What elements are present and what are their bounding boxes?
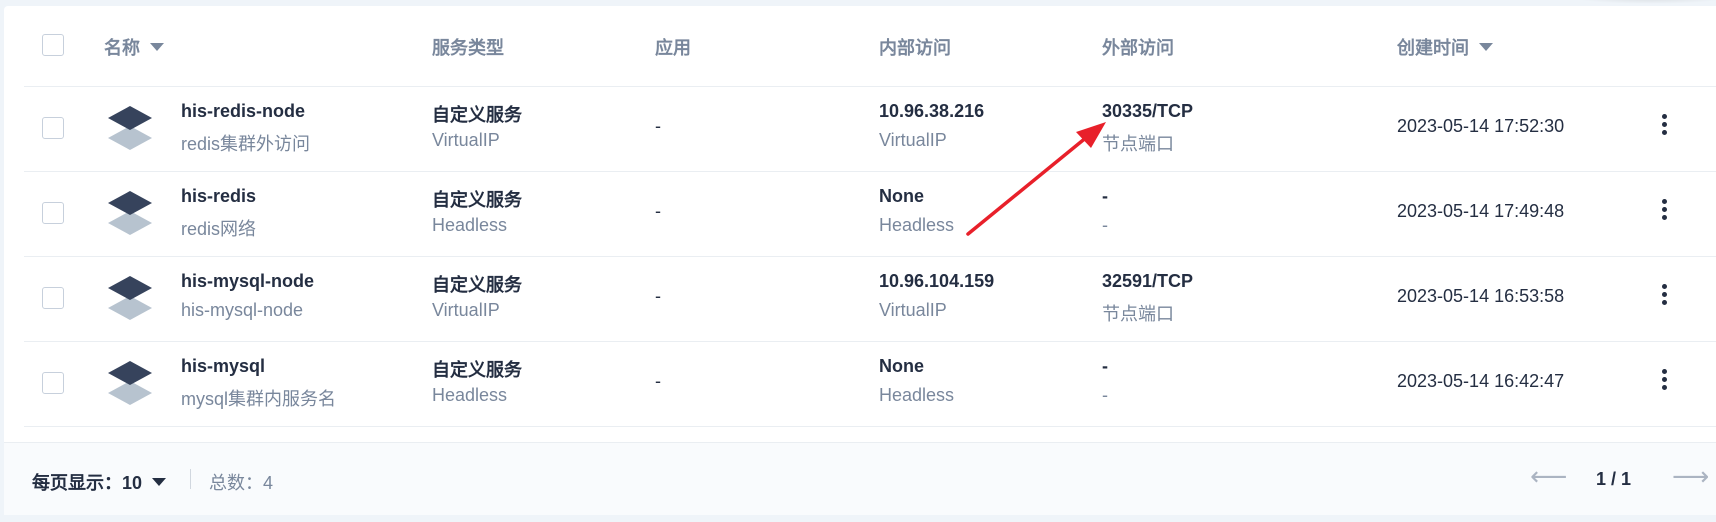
service-type-sub: Headless bbox=[432, 385, 508, 405]
service-name[interactable]: his-mysql-node bbox=[181, 271, 314, 292]
header-external-access: 外部访问 bbox=[1102, 38, 1174, 58]
page-indicator: 1 / 1 bbox=[1596, 469, 1632, 489]
more-actions-icon[interactable] bbox=[1658, 369, 1670, 395]
created-time: 2023-05-14 16:42:47 bbox=[1397, 371, 1565, 391]
external-access: 32591/TCP bbox=[1102, 271, 1194, 291]
internal-access-sub: VirtualIP bbox=[879, 300, 947, 320]
internal-access-sub: Headless bbox=[879, 385, 955, 405]
divider bbox=[190, 469, 191, 489]
more-actions-icon[interactable] bbox=[1658, 199, 1670, 225]
total-value: 4 bbox=[263, 473, 274, 493]
total-count: 总数：4 bbox=[209, 469, 273, 495]
service-desc: mysql集群内服务名 bbox=[181, 389, 337, 409]
service-desc: redis集群外访问 bbox=[181, 134, 311, 154]
sort-caret-icon bbox=[150, 43, 164, 52]
external-access-sub: - bbox=[1102, 215, 1108, 235]
header-app: 应用 bbox=[655, 38, 691, 58]
row-checkbox[interactable] bbox=[42, 372, 64, 394]
header-internal-access: 内部访问 bbox=[879, 38, 951, 58]
internal-access: 10.96.38.216 bbox=[879, 101, 985, 121]
service-type: 自定义服务 bbox=[432, 105, 522, 125]
header-name-label: 名称 bbox=[104, 38, 140, 58]
internal-access: None bbox=[879, 356, 924, 376]
popover-shadow bbox=[1570, 0, 1716, 4]
table-row[interactable]: his-mysql mysql集群内服务名 自定义服务 Headless - N… bbox=[24, 341, 1716, 427]
total-label: 总数： bbox=[209, 473, 263, 493]
external-access-sub: 节点端口 bbox=[1102, 304, 1174, 324]
service-icon bbox=[108, 276, 152, 320]
more-actions-icon[interactable] bbox=[1658, 284, 1670, 310]
service-desc: his-mysql-node bbox=[181, 300, 304, 320]
created-time: 2023-05-14 17:52:30 bbox=[1397, 116, 1565, 136]
arrow-right-icon[interactable]: ⟶ bbox=[1672, 461, 1709, 492]
app-value: - bbox=[655, 286, 661, 306]
header-created-time-label: 创建时间 bbox=[1397, 38, 1469, 58]
services-table-panel: 名称 服务类型 应用 内部访问 外部访问 创建时间 his-redis-node… bbox=[4, 6, 1716, 515]
external-access: - bbox=[1102, 356, 1108, 376]
per-page-label: 每页显示： bbox=[32, 473, 122, 493]
service-type: 自定义服务 bbox=[432, 360, 522, 380]
external-access: - bbox=[1102, 186, 1108, 206]
service-icon bbox=[108, 361, 152, 405]
table-header: 名称 服务类型 应用 内部访问 外部访问 创建时间 bbox=[24, 6, 1716, 87]
table-row[interactable]: his-redis redis网络 自定义服务 Headless - None … bbox=[24, 171, 1716, 257]
service-desc: redis网络 bbox=[181, 219, 257, 239]
app-value: - bbox=[655, 201, 661, 221]
service-name[interactable]: his-redis-node bbox=[181, 101, 305, 122]
service-icon bbox=[108, 106, 152, 150]
service-type-sub: VirtualIP bbox=[432, 300, 500, 320]
row-checkbox[interactable] bbox=[42, 202, 64, 224]
created-time: 2023-05-14 16:53:58 bbox=[1397, 286, 1565, 306]
external-access-sub: 节点端口 bbox=[1102, 134, 1174, 154]
service-name[interactable]: his-redis bbox=[181, 186, 256, 207]
row-checkbox[interactable] bbox=[42, 287, 64, 309]
service-type-sub: VirtualIP bbox=[432, 130, 500, 150]
select-all-checkbox[interactable] bbox=[42, 34, 64, 56]
internal-access: 10.96.104.159 bbox=[879, 271, 995, 291]
service-type: 自定义服务 bbox=[432, 190, 522, 210]
chevron-down-icon bbox=[152, 478, 167, 487]
app-value: - bbox=[655, 371, 661, 391]
internal-access: None bbox=[879, 186, 924, 206]
created-time: 2023-05-14 17:49:48 bbox=[1397, 201, 1565, 221]
arrow-left-icon[interactable]: ⟵ bbox=[1530, 461, 1567, 492]
table-row[interactable]: his-redis-node redis集群外访问 自定义服务 VirtualI… bbox=[24, 86, 1716, 172]
per-page-value: 10 bbox=[122, 473, 143, 493]
pagination-bar: 每页显示：10 总数：4 ⟵ 1 / 1 ⟶ bbox=[4, 442, 1716, 515]
service-name[interactable]: his-mysql bbox=[181, 356, 265, 377]
internal-access-sub: Headless bbox=[879, 215, 955, 235]
service-type-sub: Headless bbox=[432, 215, 508, 235]
header-created-time[interactable]: 创建时间 bbox=[1397, 34, 1493, 60]
header-service-type: 服务类型 bbox=[432, 38, 504, 58]
service-type: 自定义服务 bbox=[432, 275, 522, 295]
row-checkbox[interactable] bbox=[42, 117, 64, 139]
table-row[interactable]: his-mysql-node his-mysql-node 自定义服务 Virt… bbox=[24, 256, 1716, 342]
service-icon bbox=[108, 191, 152, 235]
more-actions-icon[interactable] bbox=[1658, 114, 1670, 140]
per-page-select[interactable]: 每页显示：10 bbox=[32, 469, 167, 495]
external-access-sub: - bbox=[1102, 385, 1108, 405]
external-access: 30335/TCP bbox=[1102, 101, 1194, 121]
sort-caret-icon bbox=[1479, 43, 1493, 52]
header-name[interactable]: 名称 bbox=[104, 34, 164, 60]
app-value: - bbox=[655, 116, 661, 136]
internal-access-sub: VirtualIP bbox=[879, 130, 947, 150]
